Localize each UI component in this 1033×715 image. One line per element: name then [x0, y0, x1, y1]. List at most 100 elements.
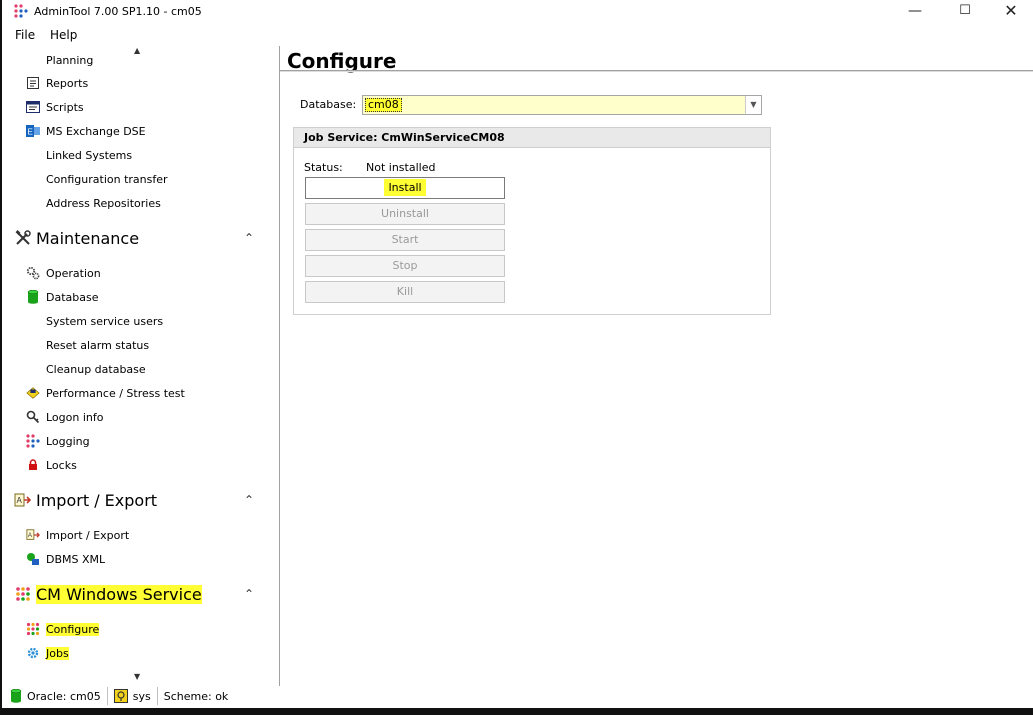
sidebar-item-label: MS Exchange DSE [46, 124, 146, 138]
user-icon [113, 689, 128, 703]
sidebar-item-label: Import / Export [46, 528, 130, 542]
sidebar-item-label: Linked Systems [46, 148, 133, 162]
chevron-down-icon[interactable]: ▼ [745, 96, 761, 114]
section-maintenance[interactable]: Maintenance [14, 225, 139, 251]
gears-icon [26, 266, 40, 280]
title-divider [280, 70, 1033, 72]
section-title: CM Windows Service [36, 584, 202, 604]
window-title: AdminTool 7.00 SP1.10 - cm05 [34, 5, 202, 18]
maximize-button[interactable]: ☐ [942, 0, 988, 24]
status-user: sys [108, 687, 157, 705]
sidebar-item-cleanup-database[interactable]: Cleanup database [26, 360, 146, 378]
status-label: Status: [304, 161, 343, 174]
install-button[interactable]: Install [305, 177, 505, 199]
scroll-up-arrow-icon[interactable]: ▲ [134, 46, 140, 55]
app-window: AdminTool 7.00 SP1.10 - cm05 — ☐ ✕ File … [0, 0, 1033, 715]
sidebar-item-reset-alarm-status[interactable]: Reset alarm status [26, 336, 149, 354]
sidebar-item-label: Configure [46, 622, 100, 636]
sidebar-item-label: Cleanup database [46, 362, 146, 376]
sidebar-item-reports[interactable]: Reports [26, 74, 88, 92]
sidebar-item-planning[interactable]: Planning [26, 53, 94, 69]
sidebar-item-logging[interactable]: Logging [26, 432, 90, 450]
menu-help[interactable]: Help [50, 28, 77, 42]
section-import-export[interactable]: A Import / Export [14, 487, 157, 513]
status-bar: Oracle: cm05 sys Scheme: ok [4, 684, 1033, 708]
sidebar-item-configure[interactable]: Configure [26, 620, 100, 638]
main-panel: Configure Database: cm08 ▼ Job Service: … [280, 46, 1033, 686]
sidebar-item-label: Reset alarm status [46, 338, 150, 352]
key-icon [26, 410, 40, 424]
sidebar-item-import-export[interactable]: A Import / Export [26, 526, 129, 544]
start-button[interactable]: Start [305, 229, 505, 251]
collapse-chevron-icon[interactable]: ⌃ [244, 587, 254, 601]
sidebar-item-label: DBMS XML [46, 552, 106, 566]
bottom-edge [2, 708, 1033, 715]
svg-text:A: A [17, 496, 23, 505]
title-bar: AdminTool 7.00 SP1.10 - cm05 — ☐ ✕ [2, 0, 1033, 24]
menu-file[interactable]: File [15, 28, 35, 42]
sidebar-item-label: Scripts [46, 100, 84, 114]
dbms-xml-icon [26, 552, 40, 566]
status-scheme: Scheme: ok [158, 687, 235, 705]
stop-button[interactable]: Stop [305, 255, 505, 277]
status-connection: Oracle: cm05 [4, 687, 107, 705]
sidebar-item-label: Logging [46, 434, 90, 448]
scheme-text: Scheme: ok [163, 689, 229, 703]
status-value: Not installed [366, 161, 436, 174]
import-export-icon: A [14, 491, 32, 509]
import-export-icon: A [26, 528, 40, 542]
sidebar-item-configuration-transfer[interactable]: Configuration transfer [26, 170, 168, 188]
sidebar-item-logon-info[interactable]: Logon info [26, 408, 103, 426]
sidebar-item-database[interactable]: Database [26, 288, 99, 306]
logging-icon [26, 434, 40, 448]
database-icon [10, 689, 22, 703]
user-text: sys [132, 689, 151, 703]
database-icon [26, 290, 40, 304]
sidebar-item-ms-exchange-dse[interactable]: E MS Exchange DSE [26, 122, 146, 140]
group-title: Job Service: CmWinServiceCM08 [294, 128, 770, 148]
jobs-gear-icon [26, 646, 40, 660]
sidebar-item-label: Configuration transfer [46, 172, 168, 186]
scroll-down-arrow-icon[interactable]: ▼ [134, 672, 140, 681]
sidebar-item-label: Logon info [46, 410, 104, 424]
sidebar-item-label: Jobs [46, 646, 69, 660]
close-button[interactable]: ✕ [988, 0, 1033, 24]
uninstall-button[interactable]: Uninstall [305, 203, 505, 225]
sidebar-item-address-repositories[interactable]: Address Repositories [26, 194, 161, 212]
sidebar-item-label: Address Repositories [46, 196, 161, 210]
sidebar-item-locks[interactable]: Locks [26, 456, 77, 474]
svg-text:E: E [28, 128, 33, 137]
cm-service-icon [14, 585, 32, 603]
section-title: Maintenance [36, 228, 140, 248]
sidebar-item-performance-stress-test[interactable]: Performance / Stress test [26, 384, 185, 402]
section-cm-windows-service[interactable]: CM Windows Service [14, 581, 202, 607]
app-logo-icon [14, 4, 28, 18]
sidebar-item-jobs[interactable]: Jobs [26, 644, 69, 662]
collapse-chevron-icon[interactable]: ⌃ [244, 493, 254, 507]
exchange-icon: E [26, 124, 40, 138]
sidebar-item-system-service-users[interactable]: System service users [26, 312, 163, 330]
sidebar-item-label: Database [46, 290, 99, 304]
report-icon [26, 76, 40, 90]
cpu-icon [26, 386, 40, 400]
sidebar-item-label: Performance / Stress test [46, 386, 185, 400]
sidebar-item-operation[interactable]: Operation [26, 264, 101, 282]
sidebar-item-label: System service users [46, 314, 164, 328]
kill-button[interactable]: Kill [305, 281, 505, 303]
tools-icon [14, 229, 32, 247]
minimize-button[interactable]: — [892, 0, 938, 24]
script-icon [26, 100, 40, 114]
connection-text: Oracle: cm05 [27, 689, 101, 703]
install-button-label: Install [384, 179, 426, 196]
collapse-chevron-icon[interactable]: ⌃ [244, 231, 254, 245]
sidebar-item-label: Planning [46, 53, 94, 67]
sidebar-item-scripts[interactable]: Scripts [26, 98, 84, 116]
database-select-value: cm08 [365, 98, 402, 112]
job-service-group: Job Service: CmWinServiceCM08 Status: No… [293, 127, 771, 315]
sidebar-item-label: Operation [46, 266, 101, 280]
database-label: Database: [300, 98, 357, 111]
sidebar-item-linked-systems[interactable]: Linked Systems [26, 146, 132, 164]
database-select[interactable]: cm08 ▼ [362, 95, 762, 115]
sidebar-item-dbms-xml[interactable]: DBMS XML [26, 550, 105, 568]
sidebar: ▲ Planning Reports Scripts E MS Exchange… [4, 46, 272, 682]
